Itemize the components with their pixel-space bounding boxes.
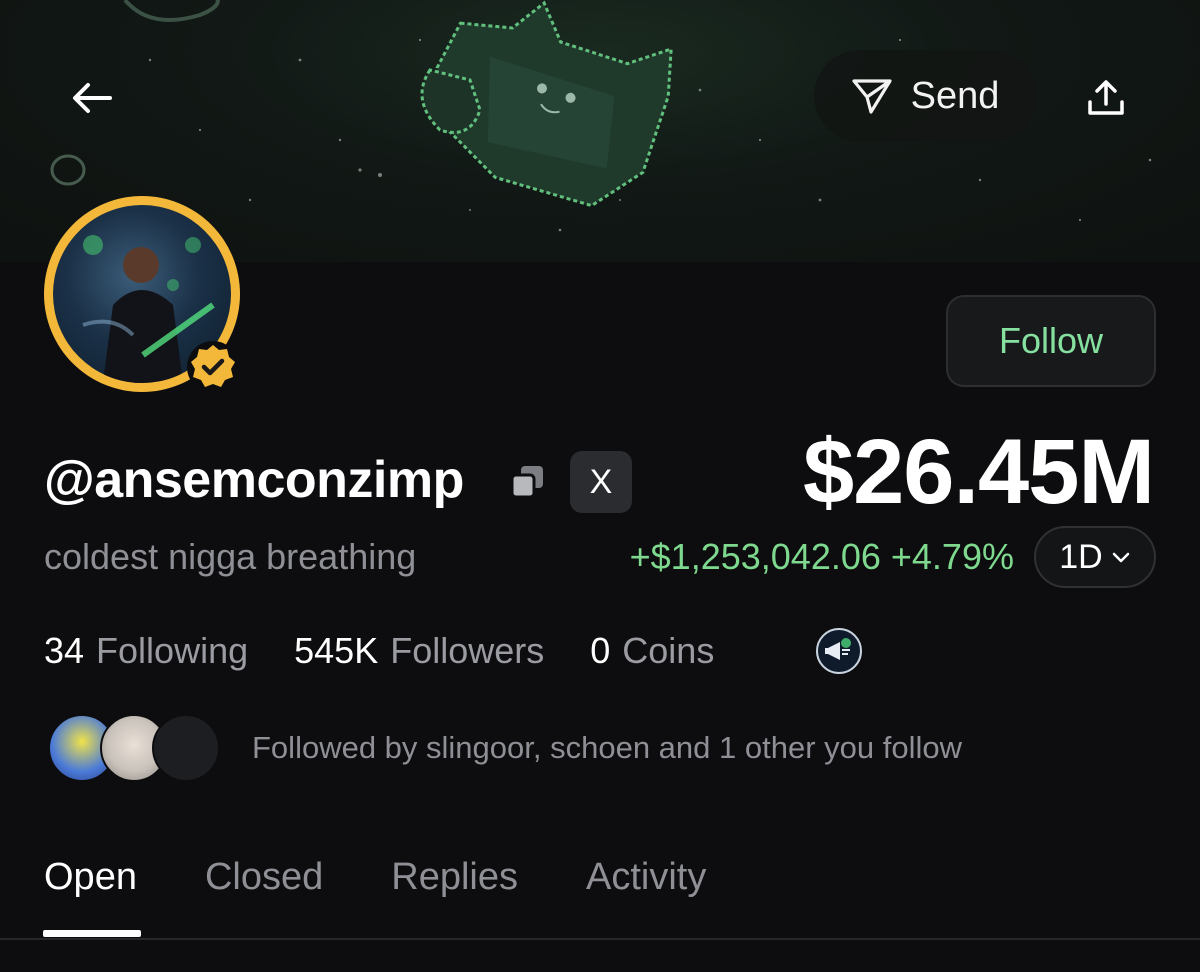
follow-button[interactable]: Follow [946, 295, 1156, 387]
verified-badge-icon [187, 341, 239, 393]
active-tab-indicator [43, 930, 141, 937]
x-profile-button[interactable]: X [570, 451, 632, 513]
send-button[interactable]: Send [814, 50, 1036, 142]
followed-by-text: Followed by slingoor, schoen and 1 other… [252, 730, 962, 765]
tab-activity[interactable]: Activity [586, 856, 706, 899]
followers-label: Followers [390, 630, 545, 671]
time-range-label: 1D [1059, 537, 1103, 576]
back-arrow-icon [73, 83, 112, 113]
following-count: 34 [44, 630, 85, 671]
back-button[interactable] [60, 68, 124, 128]
avatar [152, 714, 220, 782]
profile-page: Send Follow @ansemconzimp X $26.45M cold… [0, 0, 1200, 972]
send-label: Send [910, 74, 1000, 117]
copy-icon[interactable] [508, 462, 548, 502]
following-label: Following [96, 630, 249, 671]
profile-stats: 34 Following 545K Followers 0 Coins [44, 630, 760, 672]
chevron-down-icon [1112, 552, 1129, 563]
profile-handle: @ansemconzimp [44, 451, 464, 509]
coins-label: Coins [622, 630, 715, 671]
x-logo-icon: X [589, 462, 613, 501]
profile-tabs: Open Closed Replies Activity [44, 856, 774, 899]
megaphone-badge-icon[interactable] [816, 628, 862, 674]
mutual-followers-avatars[interactable] [48, 714, 220, 782]
share-button[interactable] [1074, 66, 1138, 130]
portfolio-change: +$1,253,042.06 +4.79% [629, 536, 1014, 577]
send-icon [852, 79, 892, 114]
followers-count: 545K [294, 630, 379, 671]
coins-count: 0 [590, 630, 611, 671]
portfolio-balance: $26.45M [802, 421, 1155, 523]
following-stat[interactable]: 34 Following [44, 630, 248, 672]
followers-stat[interactable]: 545K Followers [294, 630, 544, 672]
tab-open[interactable]: Open [44, 856, 137, 899]
tab-closed[interactable]: Closed [205, 856, 323, 899]
share-icon [1088, 80, 1124, 115]
profile-bio: coldest nigga breathing [44, 536, 417, 577]
tabs-divider [0, 938, 1200, 940]
time-range-dropdown[interactable]: 1D [1034, 526, 1156, 588]
tab-replies[interactable]: Replies [391, 856, 518, 899]
coins-stat[interactable]: 0 Coins [590, 630, 714, 672]
